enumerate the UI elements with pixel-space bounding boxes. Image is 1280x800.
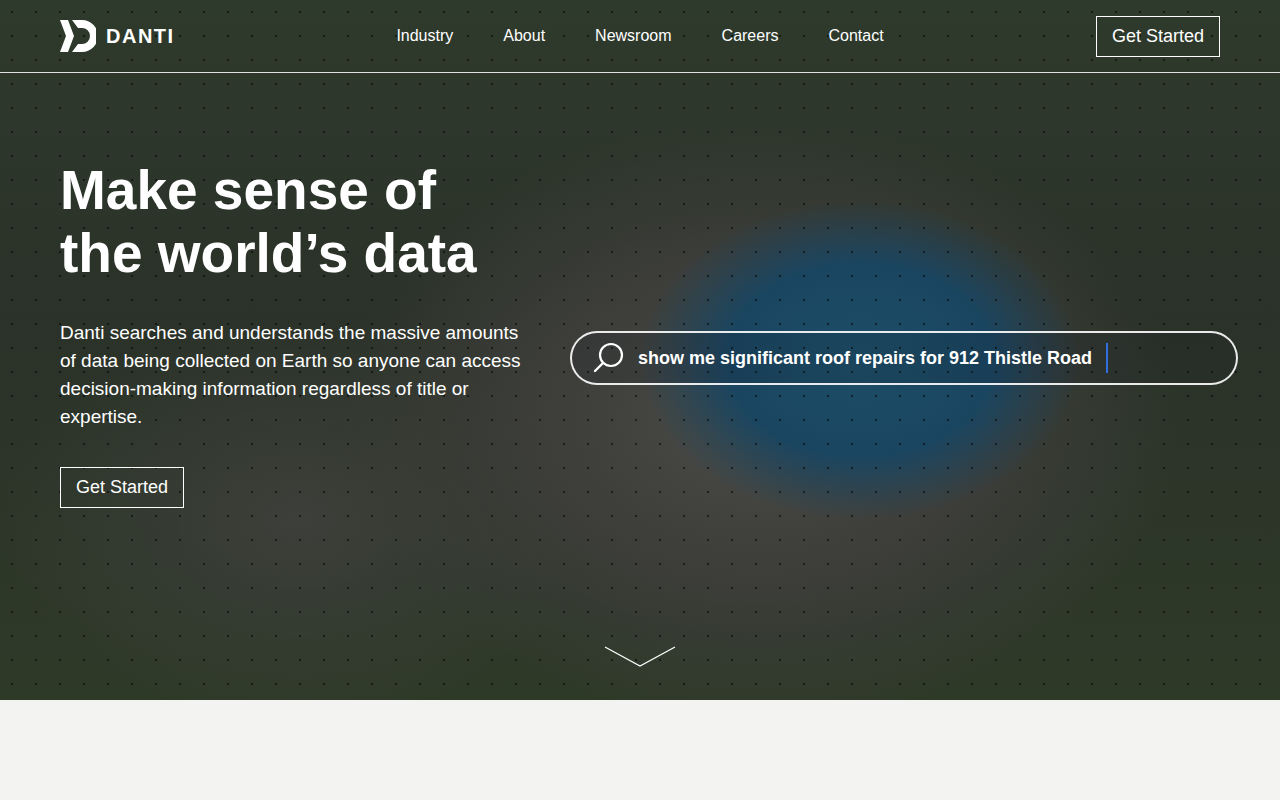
search-icon	[592, 341, 626, 375]
hero-title-line: Make sense of	[60, 159, 477, 222]
nav-link[interactable]: Industry	[396, 27, 453, 45]
content-section	[0, 700, 1280, 800]
logo-text: DANTI	[106, 25, 175, 48]
hero-title-line: the world’s data	[60, 222, 477, 285]
hero-body: Make sense ofthe world’s data Danti sear…	[0, 73, 1280, 508]
header: DANTI Industry About Newsroom Careers Contac…	[0, 0, 1280, 73]
hero-copy: Make sense ofthe world’s data Danti sear…	[60, 159, 530, 508]
nav-link[interactable]: Newsroom	[595, 27, 671, 45]
nav-link[interactable]: Contact	[828, 27, 883, 45]
logo-icon	[60, 20, 96, 52]
main-nav: Industry About Newsroom Careers Contact	[396, 27, 883, 45]
logo[interactable]: DANTI	[60, 20, 396, 52]
hero-visual: show me significant roof repairs for 912…	[570, 159, 1238, 508]
get-started-button[interactable]: Get Started	[1096, 16, 1220, 57]
nav-link[interactable]: About	[503, 27, 545, 45]
header-actions: Get Started	[884, 16, 1220, 57]
page: DANTI Industry About Newsroom Careers Contac…	[0, 0, 1280, 800]
text-caret	[1106, 343, 1108, 373]
search-bar[interactable]: show me significant roof repairs for 912…	[570, 331, 1238, 385]
hero-description: Danti searches and understands the massi…	[60, 319, 530, 431]
hero-title: Make sense ofthe world’s data	[60, 159, 477, 285]
chevron-down-icon[interactable]	[604, 646, 676, 668]
hero: DANTI Industry About Newsroom Careers Contac…	[0, 0, 1280, 700]
hero-get-started-button[interactable]: Get Started	[60, 467, 184, 508]
search-query: show me significant roof repairs for 912…	[638, 348, 1092, 369]
nav-link[interactable]: Careers	[722, 27, 779, 45]
scroll-indicator	[0, 646, 1280, 700]
